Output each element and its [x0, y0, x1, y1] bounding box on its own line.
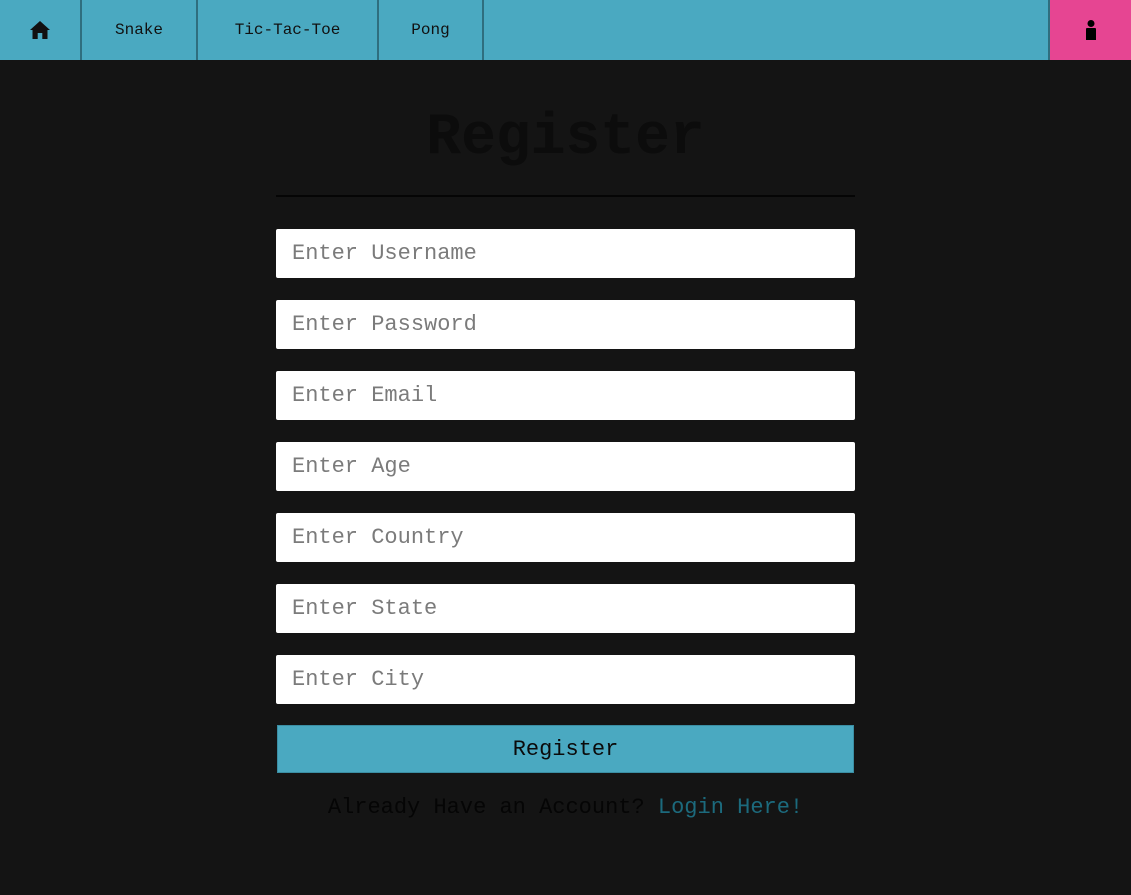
state-input[interactable] [276, 584, 855, 633]
register-button-label: Register [512, 736, 619, 762]
top-navbar: Snake Tic-Tac-Toe Pong [0, 0, 1131, 60]
username-input[interactable] [276, 229, 855, 278]
nav-item-label: Pong [411, 21, 450, 39]
user-icon [1085, 20, 1097, 40]
email-input[interactable] [276, 371, 855, 420]
nav-item-snake[interactable]: Snake [82, 0, 198, 60]
login-prompt-text: Already Have an Account? [327, 795, 658, 820]
nav-item-tic-tac-toe[interactable]: Tic-Tac-Toe [198, 0, 379, 60]
user-profile-button[interactable] [1048, 0, 1131, 60]
nav-item-pong[interactable]: Pong [379, 0, 484, 60]
password-input[interactable] [276, 300, 855, 349]
city-input[interactable] [276, 655, 855, 704]
nav-item-label: Snake [114, 21, 163, 39]
home-icon [30, 21, 50, 39]
login-prompt: Already Have an Account? Login Here! [0, 794, 1131, 822]
nav-home-button[interactable] [0, 0, 82, 60]
nav-item-label: Tic-Tac-Toe [234, 21, 341, 39]
country-input[interactable] [276, 513, 855, 562]
title-divider [276, 195, 855, 197]
age-input[interactable] [276, 442, 855, 491]
register-button[interactable]: Register [277, 725, 854, 773]
page-title: Register [426, 106, 705, 171]
login-link[interactable]: Login Here! [658, 795, 803, 820]
